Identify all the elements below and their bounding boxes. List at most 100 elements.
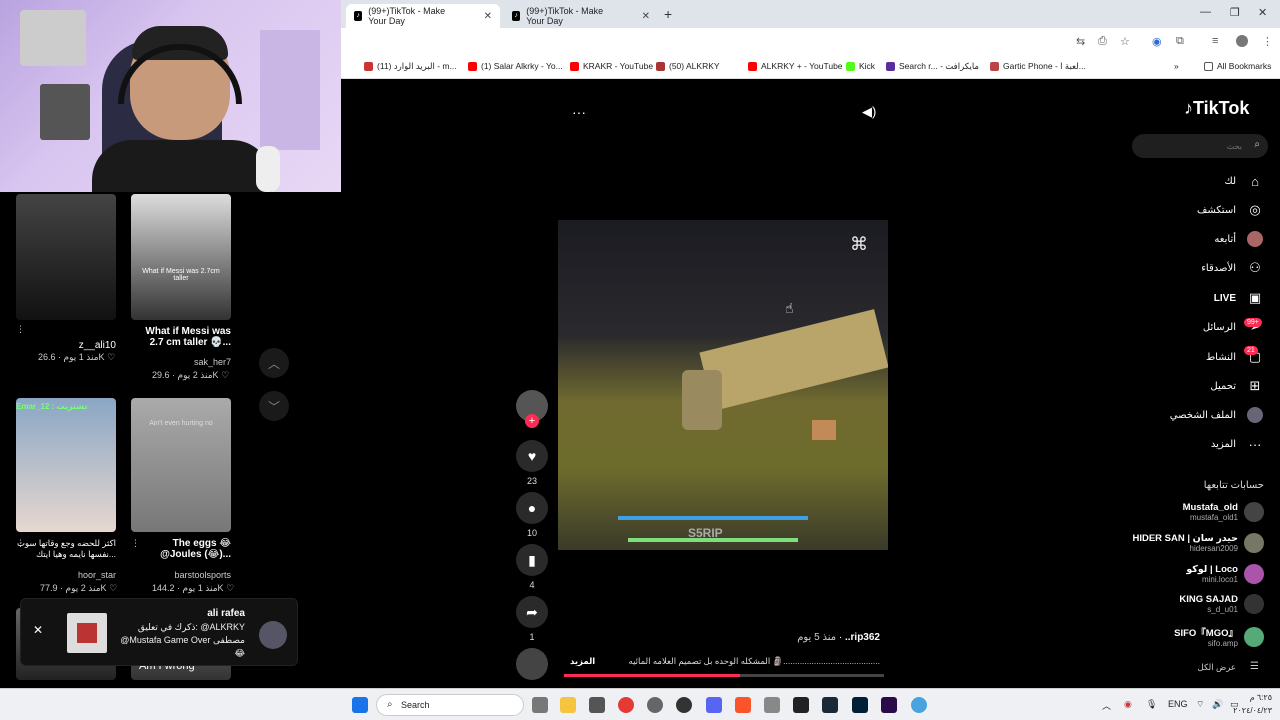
video-progress-track[interactable] bbox=[564, 674, 884, 677]
grid-title[interactable]: اكثر للحضه وجع وقاتها سوت نفسها نايمه وه… bbox=[16, 538, 116, 560]
discord-icon[interactable] bbox=[706, 697, 722, 713]
mention-notification[interactable]: ✕ ali rafea ذكرك في تعليق: @ALKRKY @Must… bbox=[20, 598, 298, 666]
activity-badge: 21 bbox=[1244, 346, 1258, 355]
more-options-icon[interactable]: ··· bbox=[572, 104, 586, 120]
tiktok-logo[interactable]: ♪TikTok bbox=[1184, 98, 1249, 119]
tab-tiktok-1[interactable]: ♪ (99+)TikTok - Make Your Day ✕ bbox=[346, 4, 500, 28]
grid-more-icon[interactable]: ⋮ bbox=[131, 538, 140, 549]
see-all-link[interactable]: عرض الكل bbox=[1140, 662, 1236, 673]
app-icon[interactable] bbox=[911, 697, 927, 713]
following-account[interactable]: HIDER SAN | حيدر سان hidersan2009 bbox=[1132, 533, 1264, 553]
chrome-icon[interactable] bbox=[618, 697, 634, 713]
grid-thumbnail[interactable]: Emar_12 : تشتريت bbox=[16, 398, 116, 532]
bookmark-star-icon[interactable]: ☆ bbox=[1120, 35, 1130, 48]
profile-avatar[interactable] bbox=[1236, 35, 1248, 47]
following-account[interactable]: KING SAJAD s_d_u01 bbox=[1179, 594, 1264, 614]
all-bookmarks[interactable]: All Bookmarks bbox=[1204, 61, 1271, 71]
volume-icon[interactable]: ◀) bbox=[862, 104, 876, 120]
bookmark-item[interactable]: Kick bbox=[846, 61, 875, 71]
caption-more-link[interactable]: المزيد bbox=[570, 656, 595, 667]
following-account[interactable]: لوكو | Loco mini.loco1 bbox=[1186, 564, 1264, 584]
network-icon[interactable]: ⌔ bbox=[1196, 699, 1204, 710]
grid-handle[interactable]: barstoolsports bbox=[156, 570, 231, 580]
search-icon[interactable]: ⌕ bbox=[1254, 139, 1260, 150]
following-account[interactable]: SIFO『MGO』 sifo.amp bbox=[1174, 625, 1264, 648]
list-icon[interactable]: ☰ bbox=[1250, 661, 1259, 672]
nav-more[interactable]: المزيد ··· bbox=[1211, 435, 1264, 453]
video-player[interactable]: ⌘ S5RIP bbox=[558, 220, 888, 550]
bookmark-item[interactable]: البريد الوارد (11) - m... bbox=[364, 61, 457, 72]
bookmark-item[interactable]: Search r... - مايكرافت bbox=[886, 61, 979, 72]
extension-icon[interactable]: ◉ bbox=[1152, 35, 1162, 48]
grid-thumbnail[interactable]: Ain't even hurting no bbox=[131, 398, 231, 532]
close-window-icon[interactable]: ✕ bbox=[1258, 6, 1267, 19]
new-tab-button[interactable]: + bbox=[664, 6, 672, 22]
brave-icon[interactable] bbox=[735, 697, 751, 713]
grid-title[interactable]: The eggs 😂 @Joules (😂)... bbox=[140, 538, 231, 560]
media-icon[interactable]: ≡ bbox=[1212, 35, 1218, 47]
scroll-up-button[interactable]: ︿ bbox=[259, 348, 289, 378]
video-author[interactable]: ..rip362 bbox=[845, 632, 880, 643]
like-button[interactable]: ♥ bbox=[516, 440, 548, 472]
grid-meta: منذ 1 يوم · 26.6K ♡ bbox=[38, 352, 116, 362]
file-explorer-icon[interactable] bbox=[560, 697, 576, 713]
translate-icon[interactable]: ⇆ bbox=[1076, 35, 1085, 48]
app-icon[interactable] bbox=[647, 697, 663, 713]
grid-more-icon[interactable]: ⋮ bbox=[16, 324, 25, 335]
clock[interactable]: ٦:٢٥ م ٢٠٢٤/٠٤/٢٣ bbox=[1222, 691, 1272, 717]
follow-plus-icon[interactable]: + bbox=[525, 414, 539, 428]
following-account[interactable]: Mustafa_old mustafa_old1 bbox=[1183, 502, 1264, 522]
steam-icon[interactable] bbox=[822, 697, 838, 713]
grid-thumbnail[interactable] bbox=[16, 194, 116, 320]
premiere-icon[interactable] bbox=[881, 697, 897, 713]
minimize-icon[interactable]: — bbox=[1200, 6, 1211, 18]
nav-upload[interactable]: تحميل ⊞ bbox=[1210, 377, 1264, 395]
k-icon bbox=[886, 62, 895, 71]
nav-friends[interactable]: الأصدقاء ⚇ bbox=[1201, 259, 1264, 277]
app-icon[interactable] bbox=[764, 697, 780, 713]
taskbar-search[interactable]: ⌕ Search bbox=[376, 694, 524, 716]
tray-app-icon[interactable]: ◉ bbox=[1124, 699, 1132, 710]
tray-chevron-icon[interactable]: ︿ bbox=[1102, 699, 1111, 712]
extensions-puzzle-icon[interactable]: ⧉ bbox=[1176, 35, 1184, 48]
grid-handle[interactable]: sak_her7 bbox=[160, 357, 231, 367]
share-button[interactable]: ➦ bbox=[516, 596, 548, 628]
grid-thumbnail[interactable]: What if Messi was 2.7cm taller bbox=[131, 194, 231, 320]
tiktok-favicon-icon: ♪ bbox=[512, 11, 521, 21]
bookmark-item[interactable]: ALKRKY + - YouTube bbox=[748, 61, 843, 71]
nav-for-you[interactable]: لك ⌂ bbox=[1225, 172, 1264, 190]
close-notification-icon[interactable]: ✕ bbox=[33, 623, 43, 637]
bookmark-item[interactable]: Gartic Phone - لعبة ا... bbox=[990, 61, 1086, 72]
nav-live[interactable]: LIVE ▣ bbox=[1214, 289, 1264, 307]
comment-button[interactable]: ● bbox=[516, 492, 548, 524]
microphone-icon[interactable]: 🎙 bbox=[1146, 699, 1157, 710]
menu-kebab-icon[interactable]: ⋮ bbox=[1262, 35, 1273, 48]
task-view-icon[interactable] bbox=[532, 697, 548, 713]
scroll-down-button[interactable]: ﹀ bbox=[259, 391, 289, 421]
search-input[interactable] bbox=[1142, 138, 1242, 154]
bookmarks-overflow-icon[interactable]: » bbox=[1174, 61, 1179, 71]
close-tab-icon[interactable]: ✕ bbox=[642, 11, 650, 22]
photoshop-icon[interactable] bbox=[852, 697, 868, 713]
language-indicator[interactable]: ENG bbox=[1168, 699, 1188, 709]
tab-tiktok-2[interactable]: ♪ (99+)TikTok - Make Your Day ✕ bbox=[504, 4, 658, 28]
bookmark-item[interactable]: (50) ALKRKY bbox=[656, 61, 720, 71]
grid-handle[interactable]: hoor_star bbox=[60, 570, 116, 580]
bookmark-item[interactable]: (1) Salar Alkrky - Yo... bbox=[468, 61, 563, 71]
restore-icon[interactable]: ❐ bbox=[1230, 6, 1240, 19]
search-box[interactable]: ⌕ bbox=[1132, 134, 1268, 158]
install-icon[interactable]: ⎙ bbox=[1098, 35, 1107, 48]
capcut-icon[interactable] bbox=[793, 697, 809, 713]
save-button[interactable]: ▮ bbox=[516, 544, 548, 576]
grid-handle[interactable]: z__ali10 bbox=[60, 340, 116, 351]
grid-title[interactable]: What if Messi was 2.7 cm taller 💀... bbox=[131, 326, 231, 348]
bookmark-item[interactable]: KRAKR - YouTube bbox=[570, 61, 653, 71]
obs-icon[interactable] bbox=[676, 697, 692, 713]
nav-profile[interactable]: الملف الشخصي bbox=[1170, 406, 1264, 424]
sound-disc[interactable] bbox=[516, 648, 548, 680]
store-icon[interactable] bbox=[589, 697, 605, 713]
nav-following[interactable]: أتابعه bbox=[1214, 230, 1264, 248]
close-tab-icon[interactable]: ✕ bbox=[484, 11, 492, 22]
nav-explore[interactable]: استكشف ◎ bbox=[1197, 201, 1264, 219]
windows-start-icon[interactable] bbox=[352, 697, 368, 713]
